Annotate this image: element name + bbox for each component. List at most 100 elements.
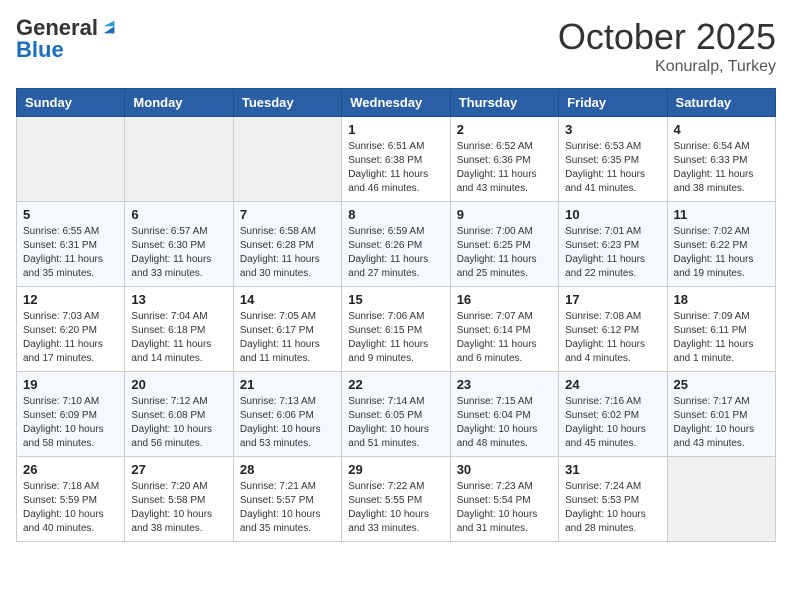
day-info: Sunrise: 7:15 AMSunset: 6:04 PMDaylight:… [457,395,552,451]
calendar-cell: 5 Sunrise: 6:55 AMSunset: 6:31 PMDaylight… [17,202,125,287]
calendar-cell: 10 Sunrise: 7:01 AMSunset: 6:23 PMDayligh… [559,202,667,287]
day-number: 11 [674,207,769,222]
day-number: 16 [457,292,552,307]
calendar-cell: 30 Sunrise: 7:23 AMSunset: 5:54 PMDayligh… [450,457,558,542]
day-number: 12 [23,292,118,307]
month-title: October 2025 [558,16,776,58]
col-header-saturday: Saturday [667,89,775,117]
day-info: Sunrise: 7:13 AMSunset: 6:06 PMDaylight:… [240,395,335,451]
day-number: 14 [240,292,335,307]
day-number: 17 [565,292,660,307]
day-number: 4 [674,122,769,137]
day-info: Sunrise: 6:53 AMSunset: 6:35 PMDaylight:… [565,140,660,196]
day-number: 20 [131,377,226,392]
day-number: 29 [348,462,443,477]
day-number: 9 [457,207,552,222]
calendar-cell: 1 Sunrise: 6:51 AMSunset: 6:38 PMDaylight… [342,117,450,202]
day-number: 10 [565,207,660,222]
day-number: 27 [131,462,226,477]
col-header-thursday: Thursday [450,89,558,117]
calendar-cell: 16Sunrise: 7:07 AMSunset: 6:14 PMDayligh… [450,287,558,372]
calendar-cell [233,117,341,202]
day-info: Sunrise: 6:55 AMSunset: 6:31 PMDaylight:… [23,225,118,281]
logo: General Blue [16,16,118,62]
day-info: Sunrise: 7:20 AMSunset: 5:58 PMDaylight:… [131,480,226,536]
logo-blue: Blue [16,38,118,62]
calendar-header-row: SundayMondayTuesdayWednesdayThursdayFrid… [17,89,776,117]
calendar-table: SundayMondayTuesdayWednesdayThursdayFrid… [16,88,776,542]
day-number: 22 [348,377,443,392]
calendar-cell: 26 Sunrise: 7:18 AMSunset: 5:59 PMDayligh… [17,457,125,542]
day-number: 18 [674,292,769,307]
day-info: Sunrise: 7:24 AMSunset: 5:53 PMDaylight:… [565,480,660,536]
calendar-cell: 8 Sunrise: 6:59 AMSunset: 6:26 PMDaylight… [342,202,450,287]
calendar-cell: 21 Sunrise: 7:13 AMSunset: 6:06 PMDayligh… [233,372,341,457]
calendar-cell: 31Sunrise: 7:24 AMSunset: 5:53 PMDayligh… [559,457,667,542]
page-header: General Blue October 2025 Konuralp, Turk… [16,16,776,76]
day-number: 8 [348,207,443,222]
calendar-cell: 29Sunrise: 7:22 AMSunset: 5:55 PMDayligh… [342,457,450,542]
day-info: Sunrise: 6:58 AMSunset: 6:28 PMDaylight:… [240,225,335,281]
day-info: Sunrise: 7:18 AMSunset: 5:59 PMDaylight:… [23,480,118,536]
logo-icon [100,19,118,37]
day-info: Sunrise: 7:16 AMSunset: 6:02 PMDaylight:… [565,395,660,451]
day-number: 15 [348,292,443,307]
day-info: Sunrise: 7:01 AMSunset: 6:23 PMDaylight:… [565,225,660,281]
day-info: Sunrise: 7:04 AMSunset: 6:18 PMDaylight:… [131,310,226,366]
day-number: 21 [240,377,335,392]
day-info: Sunrise: 7:09 AMSunset: 6:11 PMDaylight:… [674,310,769,366]
calendar-cell: 3Sunrise: 6:53 AMSunset: 6:35 PMDaylight… [559,117,667,202]
calendar-cell: 4 Sunrise: 6:54 AMSunset: 6:33 PMDaylight… [667,117,775,202]
calendar-cell: 13 Sunrise: 7:04 AMSunset: 6:18 PMDayligh… [125,287,233,372]
day-number: 26 [23,462,118,477]
day-number: 28 [240,462,335,477]
calendar-cell: 7Sunrise: 6:58 AMSunset: 6:28 PMDaylight… [233,202,341,287]
calendar-cell: 28Sunrise: 7:21 AMSunset: 5:57 PMDayligh… [233,457,341,542]
day-info: Sunrise: 7:12 AMSunset: 6:08 PMDaylight:… [131,395,226,451]
calendar-week-row: 26 Sunrise: 7:18 AMSunset: 5:59 PMDayligh… [17,457,776,542]
day-number: 2 [457,122,552,137]
calendar-week-row: 12Sunrise: 7:03 AMSunset: 6:20 PMDayligh… [17,287,776,372]
calendar-cell: 6 Sunrise: 6:57 AMSunset: 6:30 PMDaylight… [125,202,233,287]
calendar-cell: 15 Sunrise: 7:06 AMSunset: 6:15 PMDayligh… [342,287,450,372]
day-info: Sunrise: 6:54 AMSunset: 6:33 PMDaylight:… [674,140,769,196]
col-header-wednesday: Wednesday [342,89,450,117]
day-number: 25 [674,377,769,392]
calendar-cell: 24Sunrise: 7:16 AMSunset: 6:02 PMDayligh… [559,372,667,457]
calendar-cell: 17Sunrise: 7:08 AMSunset: 6:12 PMDayligh… [559,287,667,372]
calendar-cell: 11 Sunrise: 7:02 AMSunset: 6:22 PMDayligh… [667,202,775,287]
calendar-cell [667,457,775,542]
day-number: 13 [131,292,226,307]
calendar-cell: 18 Sunrise: 7:09 AMSunset: 6:11 PMDayligh… [667,287,775,372]
col-header-tuesday: Tuesday [233,89,341,117]
day-info: Sunrise: 7:00 AMSunset: 6:25 PMDaylight:… [457,225,552,281]
col-header-sunday: Sunday [17,89,125,117]
calendar-cell [17,117,125,202]
day-info: Sunrise: 6:51 AMSunset: 6:38 PMDaylight:… [348,140,443,196]
calendar-cell: 12Sunrise: 7:03 AMSunset: 6:20 PMDayligh… [17,287,125,372]
calendar-cell: 20 Sunrise: 7:12 AMSunset: 6:08 PMDayligh… [125,372,233,457]
day-info: Sunrise: 7:17 AMSunset: 6:01 PMDaylight:… [674,395,769,451]
day-info: Sunrise: 7:02 AMSunset: 6:22 PMDaylight:… [674,225,769,281]
calendar-cell: 22 Sunrise: 7:14 AMSunset: 6:05 PMDayligh… [342,372,450,457]
day-info: Sunrise: 6:52 AMSunset: 6:36 PMDaylight:… [457,140,552,196]
calendar-cell: 27 Sunrise: 7:20 AMSunset: 5:58 PMDayligh… [125,457,233,542]
day-info: Sunrise: 6:57 AMSunset: 6:30 PMDaylight:… [131,225,226,281]
calendar-week-row: 1 Sunrise: 6:51 AMSunset: 6:38 PMDaylight… [17,117,776,202]
col-header-monday: Monday [125,89,233,117]
calendar-cell: 9 Sunrise: 7:00 AMSunset: 6:25 PMDaylight… [450,202,558,287]
day-info: Sunrise: 7:14 AMSunset: 6:05 PMDaylight:… [348,395,443,451]
day-number: 6 [131,207,226,222]
title-block: October 2025 Konuralp, Turkey [558,16,776,76]
calendar-cell: 25 Sunrise: 7:17 AMSunset: 6:01 PMDayligh… [667,372,775,457]
day-number: 1 [348,122,443,137]
day-info: Sunrise: 6:59 AMSunset: 6:26 PMDaylight:… [348,225,443,281]
day-info: Sunrise: 7:06 AMSunset: 6:15 PMDaylight:… [348,310,443,366]
calendar-cell [125,117,233,202]
day-number: 30 [457,462,552,477]
calendar-week-row: 19Sunrise: 7:10 AMSunset: 6:09 PMDayligh… [17,372,776,457]
calendar-cell: 19Sunrise: 7:10 AMSunset: 6:09 PMDayligh… [17,372,125,457]
day-info: Sunrise: 7:23 AMSunset: 5:54 PMDaylight:… [457,480,552,536]
day-number: 5 [23,207,118,222]
day-number: 19 [23,377,118,392]
